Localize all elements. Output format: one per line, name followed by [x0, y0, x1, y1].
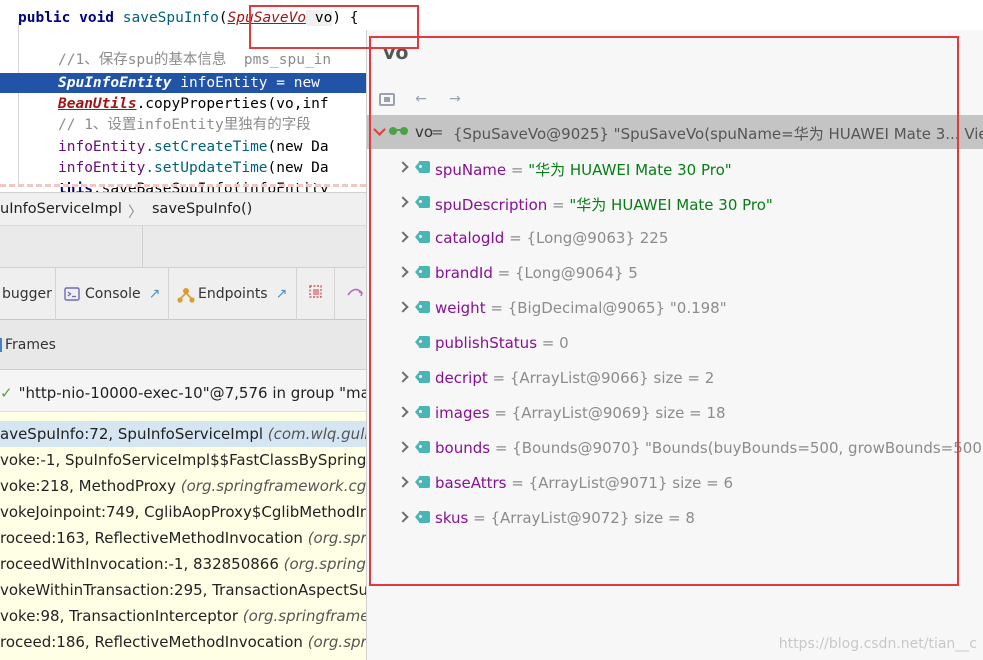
- code-class: BeanUtils: [58, 96, 137, 112]
- check-icon: ✓: [0, 384, 13, 402]
- layout-icon: [308, 284, 324, 304]
- code-method-call: .setUpdateTime: [145, 160, 268, 176]
- breadcrumb-class[interactable]: uInfoServiceImpl: [0, 201, 122, 217]
- frame-method: roceedWithInvocation:-1, 832850866: [0, 555, 284, 573]
- tab-endpoints[interactable]: Endpoints ↗: [169, 268, 297, 320]
- code-type: SpuInfoEntity: [58, 75, 172, 91]
- divider: [142, 226, 143, 268]
- code-text: (new Da: [267, 160, 329, 176]
- annotation-highlight-popup: [369, 36, 959, 586]
- code-comment: //1、保存spu的基本信息 pms_spu_in: [58, 52, 332, 68]
- layout-button[interactable]: [297, 268, 335, 320]
- indent-guide: [18, 22, 19, 187]
- code-line-4[interactable]: BeanUtils.copyProperties(vo,inf: [58, 94, 329, 114]
- tab-console-label: Console: [85, 286, 141, 302]
- code-line-6[interactable]: infoEntity.setCreateTime(new Da: [58, 137, 329, 157]
- frame-method: aveSpuInfo:72, SpuInfoServiceImpl: [0, 425, 268, 443]
- code-text: (new Da: [267, 139, 329, 155]
- frames-header-marker: [0, 338, 2, 352]
- code-comment: // 1、设置infoEntity里独有的字段: [58, 117, 311, 133]
- frame-package: (org.springf: [283, 555, 372, 573]
- frame-method: roceed:163, ReflectiveMethodInvocation: [0, 529, 308, 547]
- code-line-7[interactable]: infoEntity.setUpdateTime(new Da: [58, 158, 329, 178]
- thread-name: "http-nio-10000-exec-10"@7,576 in group …: [18, 384, 381, 402]
- frame-package: (org.springframew: [242, 607, 382, 625]
- breadcrumb-separator: 〉: [128, 205, 143, 221]
- tab-debugger-label: bugger: [2, 286, 52, 302]
- frame-package: (org.springframework.cgl: [180, 477, 371, 495]
- code-variable: infoEntity: [58, 139, 146, 155]
- watermark: https://blog.csdn.net/tian__c: [778, 636, 977, 652]
- frame-method: voke:218, MethodProxy: [0, 477, 181, 495]
- code-paren: (: [218, 10, 228, 26]
- endpoints-icon: [177, 287, 195, 303]
- code-method-name: saveSpuInfo: [122, 10, 219, 26]
- code-line-2[interactable]: //1、保存spu的基本信息 pms_spu_in: [58, 50, 331, 70]
- frame-method: vokeJoinpoint:749, CglibAopProxy$CglibMe…: [0, 503, 370, 521]
- breadcrumb-method[interactable]: saveSpuInfo(): [152, 201, 252, 217]
- frame-method: voke:98, TransactionInterceptor: [0, 607, 243, 625]
- console-icon: [64, 287, 80, 301]
- tab-debugger[interactable]: bugger: [0, 268, 56, 320]
- tab-endpoints-label: Endpoints: [198, 286, 268, 302]
- restore-icon: [346, 285, 364, 303]
- code-method-call: .setCreateTime: [145, 139, 268, 155]
- code-keyword: public void: [18, 10, 115, 26]
- open-endpoints-arrow-icon[interactable]: ↗: [276, 286, 288, 302]
- frame-method: roceed:186, ReflectiveMethodInvocation: [0, 633, 308, 651]
- frame-method: vokeWithinTransaction:295, TransactionAs…: [0, 581, 378, 599]
- code-text: infoEntity = new: [171, 75, 320, 91]
- code-text: .copyProperties(vo,inf: [136, 96, 329, 112]
- frame-method: voke:-1, SpuInfoServiceImpl$$FastClassBy…: [0, 451, 377, 469]
- open-console-arrow-icon[interactable]: ↗: [149, 286, 161, 302]
- code-line-5[interactable]: // 1、设置infoEntity里独有的字段: [58, 115, 311, 135]
- code-variable: infoEntity: [58, 160, 146, 176]
- tab-console[interactable]: Console ↗: [56, 268, 169, 320]
- frames-title: Frames: [5, 337, 56, 353]
